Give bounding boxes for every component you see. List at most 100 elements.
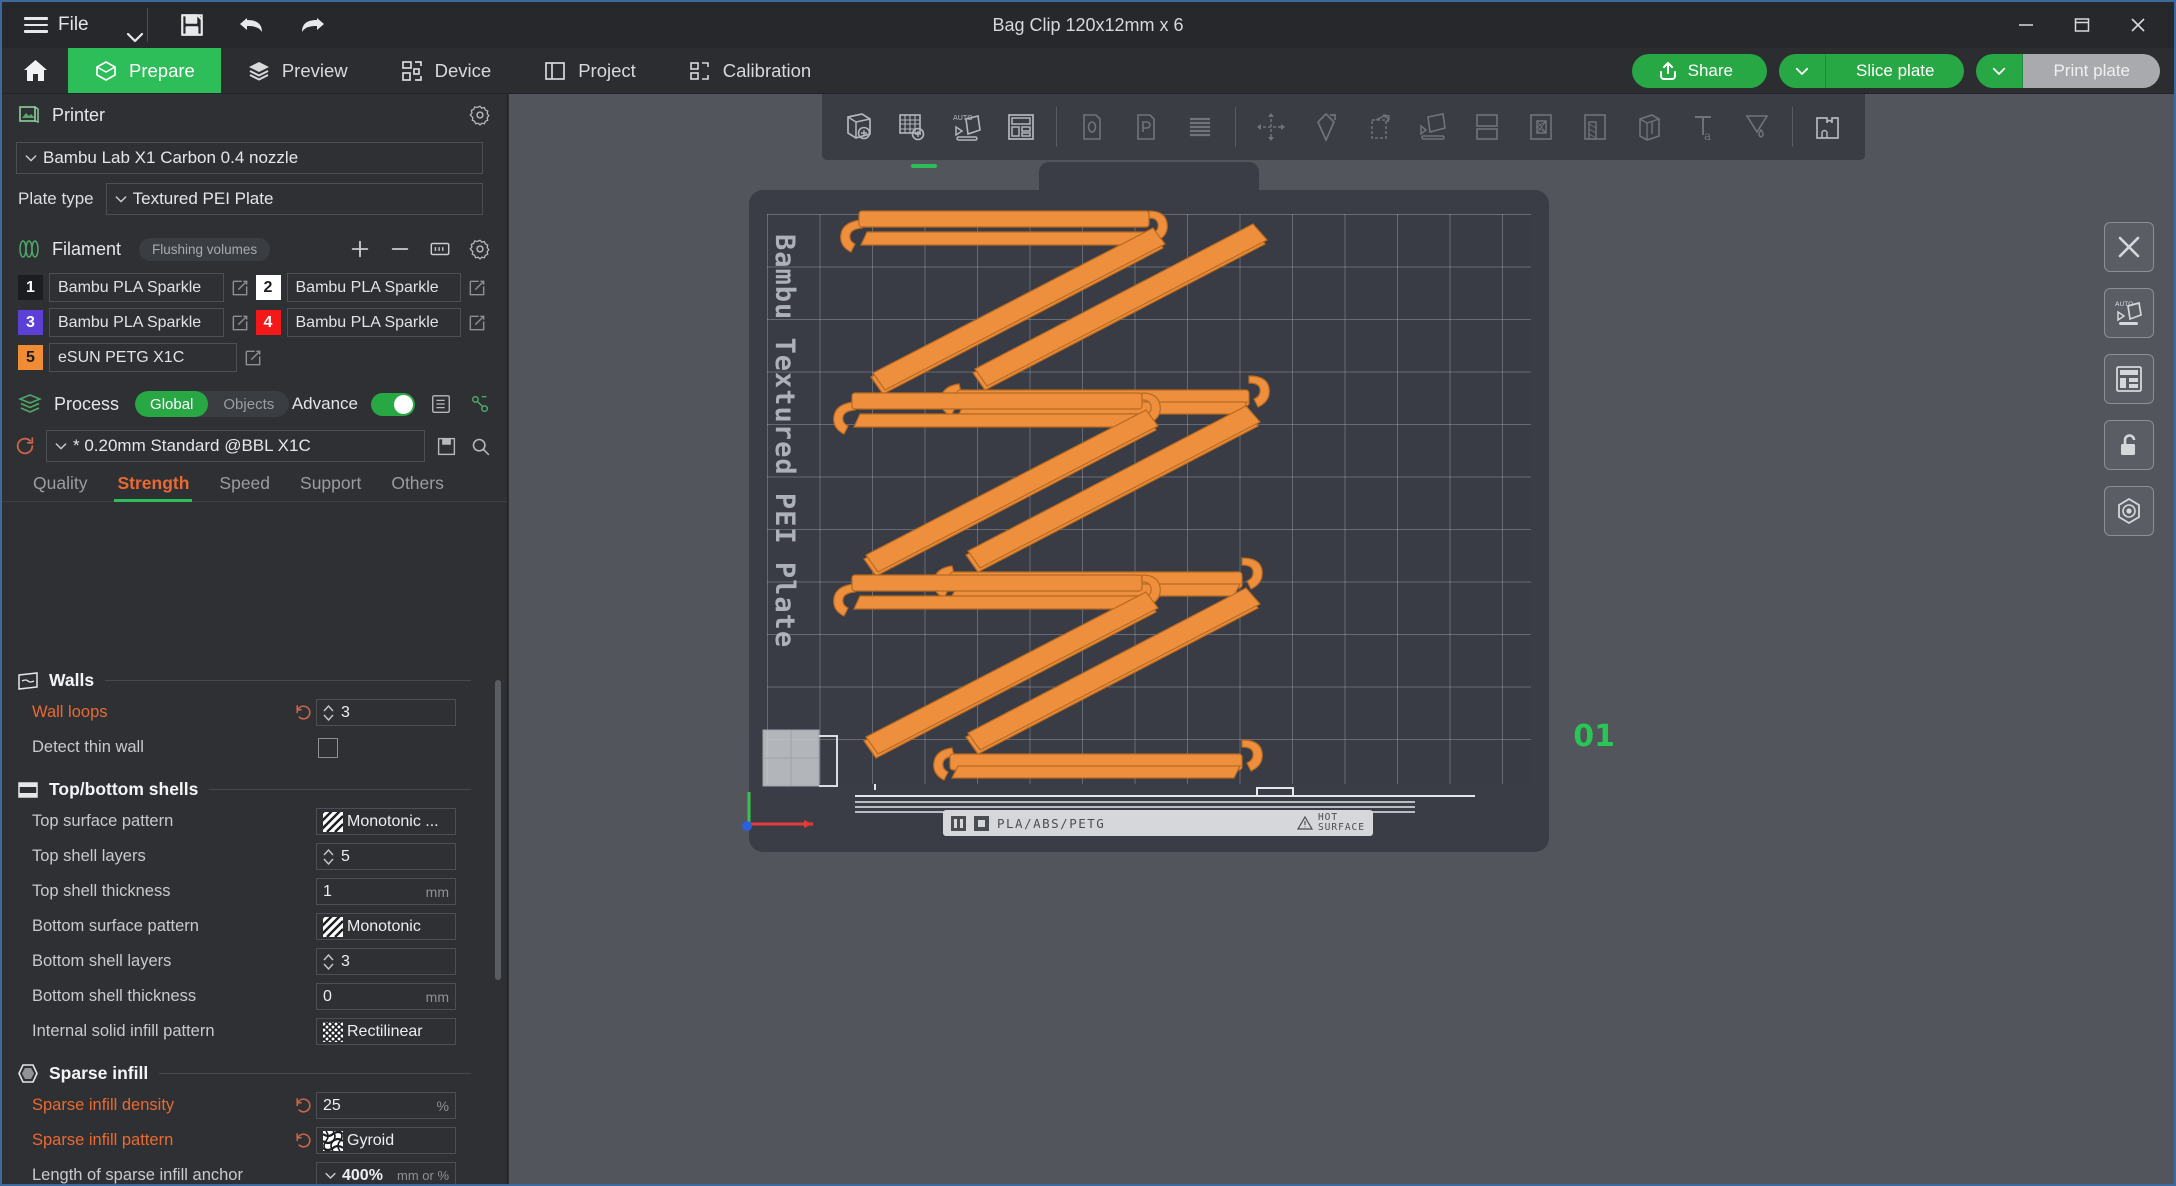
arrange-icon[interactable]	[2104, 354, 2154, 404]
top-shell-layers-input[interactable]: 5	[316, 843, 456, 870]
save-preset-icon[interactable]	[433, 433, 459, 459]
add-plate-icon[interactable]	[886, 100, 940, 154]
move-icon[interactable]	[1244, 100, 1298, 154]
mesh-boolean-icon[interactable]	[1514, 100, 1568, 154]
filament-slot-2-name[interactable]: Bambu PLA Sparkle	[286, 273, 461, 302]
bottom-shell-layers-input[interactable]: 3	[316, 948, 456, 975]
spinner-icon[interactable]	[323, 704, 334, 721]
share-button[interactable]: Share	[1631, 54, 1768, 88]
printer-settings-gear-icon[interactable]	[467, 102, 493, 128]
filament-slot-5-name[interactable]: eSUN PETG X1C	[49, 343, 237, 372]
sparse-infill-pattern-combo[interactable]: Gyroid	[316, 1127, 456, 1154]
search-settings-icon[interactable]	[467, 433, 493, 459]
delete-icon[interactable]	[2104, 222, 2154, 272]
add-object-icon[interactable]	[832, 100, 886, 154]
orient-p-icon[interactable]	[1119, 100, 1173, 154]
plate-type-combo[interactable]: Textured PEI Plate	[105, 183, 483, 215]
filament-slot-4-edit-icon[interactable]	[461, 313, 493, 333]
auto-orient-icon[interactable]: AUTO	[2104, 288, 2154, 338]
slice-plate-button[interactable]: Slice plate	[1825, 54, 1965, 88]
unlock-icon[interactable]	[2104, 420, 2154, 470]
top-surface-pattern-combo[interactable]: Monotonic ...	[316, 808, 456, 835]
auto-arrange-icon[interactable]: AUTO	[940, 100, 994, 154]
seam-paint-icon[interactable]	[1622, 100, 1676, 154]
filament-slot-5-color[interactable]: 5	[18, 345, 43, 370]
parameter-list-icon[interactable]	[428, 391, 454, 417]
remove-filament-icon[interactable]	[387, 236, 413, 262]
rotate-icon[interactable]	[1352, 100, 1406, 154]
spinner-icon[interactable]	[323, 848, 334, 865]
filament-slot-2-edit-icon[interactable]	[461, 278, 493, 298]
orient-0-icon[interactable]	[1065, 100, 1119, 154]
print-plate-button[interactable]: Print plate	[2022, 54, 2160, 88]
filament-slot-4-name[interactable]: Bambu PLA Sparkle	[286, 308, 461, 337]
wall-loops-reset-icon[interactable]	[290, 703, 316, 722]
top-shell-thickness-input[interactable]: 1 mm	[316, 878, 456, 905]
support-paint-icon[interactable]	[1568, 100, 1622, 154]
tab-device[interactable]: Device	[374, 48, 518, 93]
filament-slot-3-color[interactable]: 3	[18, 310, 43, 335]
tab-others[interactable]: Others	[376, 473, 459, 501]
home-icon[interactable]	[2, 48, 68, 93]
filament-slot-2-color[interactable]: 2	[255, 275, 281, 300]
tab-calibration[interactable]: Calibration	[662, 48, 837, 93]
3d-viewport[interactable]: AUTO a AUTO Bambu Textured PEI Plate PLA…	[509, 94, 2174, 1184]
length-sparse-infill-anchor-combo[interactable]: 400% mm or %	[316, 1162, 456, 1184]
process-preset-combo[interactable]: * 0.20mm Standard @BBL X1C	[46, 430, 425, 462]
cut-icon[interactable]	[1460, 100, 1514, 154]
assembly-icon[interactable]	[1801, 100, 1855, 154]
detect-thin-wall-checkbox[interactable]	[318, 737, 338, 758]
filament-slot-5-edit-icon[interactable]	[237, 348, 269, 368]
reset-process-icon[interactable]	[12, 433, 38, 459]
undo-icon[interactable]	[230, 5, 274, 45]
print-plate-dropdown[interactable]	[1976, 54, 2023, 88]
filament-slot-4-color[interactable]: 4	[255, 310, 281, 335]
process-scope-objects[interactable]: Objects	[208, 391, 289, 417]
filament-slot-1-edit-icon[interactable]	[224, 278, 256, 298]
hot-surface-line2: SURFACE	[1317, 822, 1365, 833]
wall-loops-input[interactable]: 3	[316, 699, 456, 726]
bottom-surface-pattern-combo[interactable]: Monotonic	[316, 913, 456, 940]
file-menu-button[interactable]: File	[18, 2, 95, 48]
tab-support[interactable]: Support	[285, 473, 376, 501]
sparse-infill-pattern-reset-icon[interactable]	[290, 1131, 316, 1150]
filament-slot-1-name[interactable]: Bambu PLA Sparkle	[49, 273, 224, 302]
internal-solid-infill-pattern-combo[interactable]: Rectilinear	[316, 1018, 456, 1045]
maximize-button[interactable]	[2054, 2, 2110, 48]
spinner-icon[interactable]	[323, 953, 334, 970]
flushing-volumes-button[interactable]: Flushing volumes	[139, 237, 271, 261]
process-scope-global[interactable]: Global	[135, 391, 209, 417]
sparse-infill-density-input[interactable]: 25 %	[316, 1092, 456, 1119]
add-filament-icon[interactable]	[347, 236, 373, 262]
tab-prepare[interactable]: Prepare	[68, 48, 221, 93]
lay-flat-icon[interactable]	[1406, 100, 1460, 154]
filament-slot-1-color[interactable]: 1	[18, 275, 43, 300]
advance-toggle[interactable]	[371, 392, 415, 416]
layout-icon[interactable]	[994, 100, 1048, 154]
close-button[interactable]	[2110, 2, 2166, 48]
filament-slot-3-edit-icon[interactable]	[224, 313, 256, 333]
filament-settings-gear-icon[interactable]	[467, 236, 493, 262]
build-plate[interactable]: Bambu Textured PEI Plate PLA/ABS/PETG HO…	[742, 162, 1615, 852]
sync-ams-icon[interactable]	[427, 236, 453, 262]
tab-quality[interactable]: Quality	[18, 473, 102, 501]
color-paint-icon[interactable]	[1730, 100, 1784, 154]
settings-icon[interactable]	[2104, 486, 2154, 536]
printer-preset-combo[interactable]: Bambu Lab X1 Carbon 0.4 nozzle	[16, 142, 483, 174]
tab-strength[interactable]: Strength	[102, 473, 204, 502]
tab-project[interactable]: Project	[517, 48, 662, 93]
filament-slot-3-name[interactable]: Bambu PLA Sparkle	[49, 308, 224, 337]
minimize-button[interactable]	[1998, 2, 2054, 48]
list-icon[interactable]	[1173, 100, 1227, 154]
settings-scrollbar[interactable]	[495, 680, 501, 980]
compare-presets-icon[interactable]	[467, 391, 493, 417]
slice-plate-dropdown[interactable]	[1779, 54, 1826, 88]
redo-icon[interactable]	[290, 5, 334, 45]
text-icon[interactable]: a	[1676, 100, 1730, 154]
scale-icon[interactable]	[1298, 100, 1352, 154]
tab-preview[interactable]: Preview	[221, 48, 374, 93]
sparse-infill-density-reset-icon[interactable]	[290, 1096, 316, 1115]
bottom-shell-thickness-input[interactable]: 0 mm	[316, 983, 456, 1010]
save-icon[interactable]	[170, 5, 214, 45]
tab-speed[interactable]: Speed	[204, 473, 285, 501]
